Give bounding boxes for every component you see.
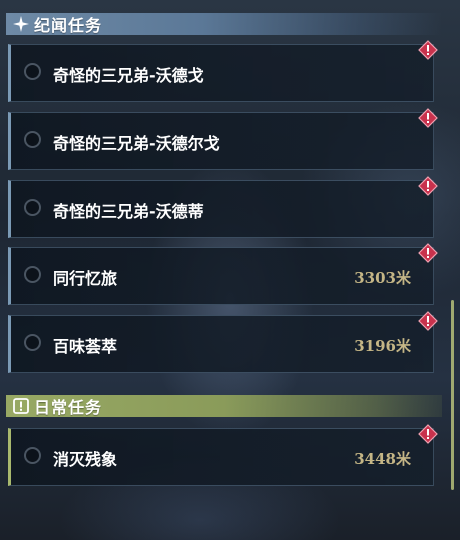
daily-quests-title: 日常任务 <box>34 398 103 417</box>
alert-diamond-icon <box>418 424 438 444</box>
story-quests-title: 纪闻任务 <box>34 16 103 35</box>
quest-distance: 3448米 <box>354 450 411 468</box>
quest-item[interactable]: 消灭残象 3448米 <box>8 428 434 486</box>
quest-distance: 3303米 <box>354 269 411 287</box>
scrollbar[interactable] <box>451 300 454 490</box>
quest-distance: 3196米 <box>354 337 411 355</box>
quest-name: 奇怪的三兄弟-沃德蒂 <box>53 202 204 221</box>
quest-name: 百味荟萃 <box>53 337 118 356</box>
quest-name: 同行忆旅 <box>53 269 118 288</box>
quest-item[interactable]: 同行忆旅 3303米 <box>8 247 434 305</box>
track-circle-icon[interactable] <box>24 63 41 80</box>
sparkle-icon <box>12 15 30 33</box>
alert-diamond-icon <box>418 40 438 60</box>
quest-item[interactable]: 奇怪的三兄弟-沃德尔戈 <box>8 112 434 170</box>
alert-diamond-icon <box>418 108 438 128</box>
track-circle-icon[interactable] <box>24 131 41 148</box>
quest-name: 消灭残象 <box>53 450 118 469</box>
exclamation-box-icon <box>12 397 30 415</box>
alert-diamond-icon <box>418 243 438 263</box>
story-quests-header[interactable]: 纪闻任务 <box>6 13 442 35</box>
quest-name: 奇怪的三兄弟-沃德戈 <box>53 66 204 85</box>
quest-item[interactable]: 奇怪的三兄弟-沃德戈 <box>8 44 434 102</box>
track-circle-icon[interactable] <box>24 199 41 216</box>
daily-quests-header[interactable]: 日常任务 <box>6 395 442 417</box>
quest-item[interactable]: 奇怪的三兄弟-沃德蒂 <box>8 180 434 238</box>
track-circle-icon[interactable] <box>24 334 41 351</box>
alert-diamond-icon <box>418 311 438 331</box>
quest-name: 奇怪的三兄弟-沃德尔戈 <box>53 134 220 153</box>
track-circle-icon[interactable] <box>24 266 41 283</box>
quest-item[interactable]: 百味荟萃 3196米 <box>8 315 434 373</box>
track-circle-icon[interactable] <box>24 447 41 464</box>
alert-diamond-icon <box>418 176 438 196</box>
